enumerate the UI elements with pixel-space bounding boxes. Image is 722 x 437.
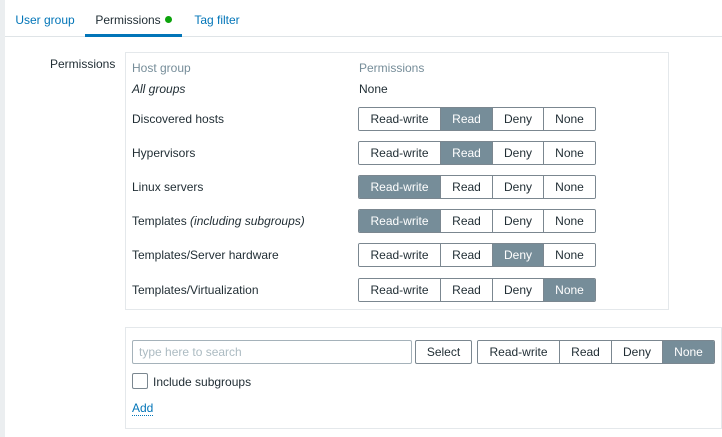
permission-option-read[interactable]: Read xyxy=(441,108,493,130)
permission-option-none[interactable]: None xyxy=(544,108,595,130)
permission-option-none[interactable]: None xyxy=(544,176,595,198)
permission-option-none[interactable]: None xyxy=(544,142,595,164)
permission-option-read-write[interactable]: Read-write xyxy=(359,244,441,266)
row-label-all-groups: All groups xyxy=(132,82,185,96)
permissions-table: Host group Permissions All groups None D… xyxy=(125,52,669,310)
permission-segmented-control: Read-write Read Deny None xyxy=(358,278,596,302)
include-subgroups-checkbox[interactable] xyxy=(132,373,148,389)
all-groups-permission-value: None xyxy=(359,82,388,96)
tab-bar: User group Permissions Tag filter xyxy=(5,0,722,37)
permissions-label: Permissions xyxy=(50,57,116,71)
permission-option-read[interactable]: Read xyxy=(441,142,493,164)
tab-label: User group xyxy=(15,13,75,27)
tab-label: Tag filter xyxy=(194,13,240,27)
permission-segmented-control: Read-write Read Deny None xyxy=(358,107,596,131)
host-group-search-input[interactable] xyxy=(132,340,412,364)
row-label-host-group: Templates/Virtualization xyxy=(132,283,259,297)
new-permission-option-deny[interactable]: Deny xyxy=(612,341,663,363)
add-permission-form: Select Read-writeReadDenyNone Include su… xyxy=(125,327,722,429)
permission-option-deny[interactable]: Deny xyxy=(493,142,544,164)
row-label-host-group: Hypervisors xyxy=(132,146,196,160)
tab-content: Permissions Host group Permissions All g… xyxy=(5,37,722,437)
permission-option-deny[interactable]: Deny xyxy=(493,210,544,232)
include-subgroups-label: Include subgroups xyxy=(153,375,252,389)
permission-option-none[interactable]: None xyxy=(544,279,595,301)
tab-tag-filter[interactable]: Tag filter xyxy=(187,0,247,37)
permission-option-deny[interactable]: Deny xyxy=(493,108,544,130)
status-dot-icon xyxy=(164,16,172,23)
column-header-permissions: Permissions xyxy=(359,61,425,75)
permission-option-read-write[interactable]: Read-write xyxy=(359,279,441,301)
permission-option-deny[interactable]: Deny xyxy=(493,279,544,301)
column-header-host-group: Host group xyxy=(132,61,191,75)
permission-option-read[interactable]: Read xyxy=(441,244,493,266)
permission-option-read[interactable]: Read xyxy=(441,210,493,232)
row-label-host-group: Linux servers xyxy=(132,180,204,194)
new-permission-option-read[interactable]: Read xyxy=(560,341,612,363)
permission-segmented-control: Read-write Read Deny None xyxy=(358,243,596,267)
permission-option-read-write[interactable]: Read-write xyxy=(359,108,441,130)
select-button[interactable]: Select xyxy=(415,340,472,364)
tab-label: Permissions xyxy=(95,13,161,27)
all-groups-text: All groups xyxy=(132,82,186,96)
permission-option-deny[interactable]: Deny xyxy=(493,176,544,198)
new-permission-segmented-control: Read-write Read Deny None xyxy=(477,340,715,364)
row-label-host-group: Templates/Server hardware xyxy=(132,248,279,262)
row-label-host-group: Templates (including subgroups) xyxy=(132,214,305,228)
permission-option-none[interactable]: None xyxy=(544,244,595,266)
add-link[interactable]: Add xyxy=(132,402,154,416)
permission-option-read[interactable]: Read xyxy=(441,279,493,301)
permission-option-read-write[interactable]: Read-write xyxy=(359,210,441,232)
permission-option-read[interactable]: Read xyxy=(441,176,493,198)
new-permission-option-read-write[interactable]: Read-write xyxy=(478,341,560,363)
permission-option-read-write[interactable]: Read-write xyxy=(359,176,441,198)
permission-segmented-control: Read-write Read Deny None xyxy=(358,209,596,233)
permission-option-deny[interactable]: Deny xyxy=(493,244,544,266)
new-permission-option-none[interactable]: None xyxy=(663,341,714,363)
permission-option-none[interactable]: None xyxy=(544,210,595,232)
permission-segmented-control: Read-write Read Deny None xyxy=(358,175,596,199)
tab-permissions[interactable]: Permissions xyxy=(85,0,182,37)
permission-option-read-write[interactable]: Read-write xyxy=(359,142,441,164)
permission-segmented-control: Read-write Read Deny None xyxy=(358,141,596,165)
tab-user-group[interactable]: User group xyxy=(5,0,85,37)
row-label-host-group: Discovered hosts xyxy=(132,112,225,126)
